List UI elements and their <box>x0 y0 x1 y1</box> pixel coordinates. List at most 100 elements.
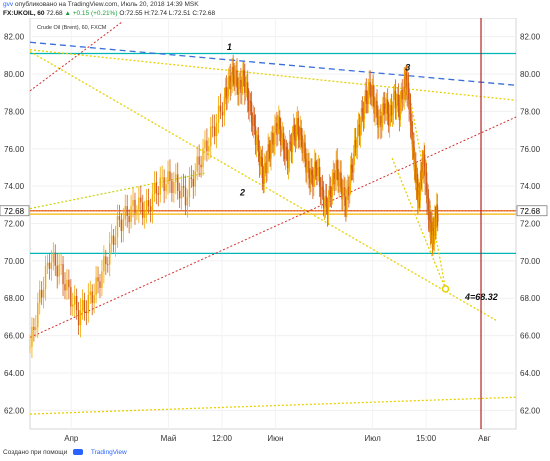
wave-label: 2 <box>239 187 245 197</box>
candle-body <box>52 252 55 263</box>
candle-body <box>42 288 45 298</box>
candle-body <box>46 262 49 266</box>
candle-body <box>259 156 262 166</box>
candle-body <box>178 190 181 199</box>
candle-body <box>317 169 319 176</box>
candle-body <box>37 302 39 328</box>
candle-body <box>60 264 62 265</box>
candle-body <box>212 126 214 128</box>
candle-body <box>247 82 249 101</box>
candle-body <box>155 183 158 194</box>
candle-body <box>142 202 144 218</box>
candle-body <box>378 116 380 128</box>
y-tick-label-left: 72.00 <box>4 220 25 229</box>
wave-label: 3 <box>405 62 410 72</box>
ohlc-values: O:72.55 H:72.74 L:72.51 C:72.68 <box>119 10 216 17</box>
x-tick-label: 15:00 <box>416 434 437 443</box>
candle-body <box>167 171 169 185</box>
wave-label: 1 <box>227 42 232 52</box>
candle-body <box>132 199 134 207</box>
y-tick-label-left: 68.00 <box>4 294 25 303</box>
candle-body <box>245 86 247 93</box>
candle-body <box>243 70 245 76</box>
candle-body <box>171 180 173 194</box>
candle-body <box>273 144 275 145</box>
candle-body <box>374 108 376 114</box>
candle-body <box>101 271 103 288</box>
candle-body <box>282 133 285 151</box>
candle-body <box>64 284 66 291</box>
candle-body <box>382 103 384 123</box>
x-tick-label: 12:00 <box>212 434 233 443</box>
candle-body <box>288 141 291 161</box>
chart-title: Crude Oil (Brent), 60, FXCM <box>37 25 107 31</box>
tradingview-brand[interactable]: TradingView <box>91 449 127 456</box>
candle-body <box>77 310 80 326</box>
candle-body <box>116 216 119 238</box>
candle-body <box>81 300 84 311</box>
candle-body <box>134 199 136 214</box>
candle-body <box>391 113 394 116</box>
y-tick-label-left: 82.00 <box>4 33 25 42</box>
candle-body <box>186 197 189 206</box>
candle-body <box>93 295 95 304</box>
candle-body <box>35 327 37 330</box>
y-tick-label-right: 70.00 <box>520 257 541 266</box>
candle-body <box>230 81 232 90</box>
candle-body <box>159 177 161 195</box>
candle-body <box>399 102 402 120</box>
candle-body <box>329 186 332 196</box>
candle-body <box>313 177 315 187</box>
candle-body <box>165 184 167 191</box>
publish-info: gvv опубликовано на TradingView.com, Июл… <box>3 1 199 8</box>
candle-body <box>147 200 150 207</box>
y-tick-label-right: 62.00 <box>520 406 541 415</box>
candle-body <box>124 206 126 220</box>
candle-body <box>29 346 31 348</box>
tradingview-logo-icon <box>73 449 84 456</box>
candle-body <box>87 295 90 314</box>
candle-body <box>376 100 378 117</box>
y-tick-label-right: 68.00 <box>520 294 541 303</box>
candle-body <box>54 252 56 266</box>
candle-body <box>268 144 270 152</box>
candle-body <box>215 122 218 137</box>
candle-body <box>241 86 243 94</box>
y-tick-label-left: 74.00 <box>4 182 25 191</box>
candle-body <box>281 137 283 146</box>
candle-body <box>236 70 238 88</box>
candle-body <box>192 178 194 187</box>
candle-body <box>163 177 165 191</box>
price-chart[interactable]: Crude Oil (Brent), 60, FXCM 72.68 72.68 1… <box>0 18 550 445</box>
candle-body <box>279 116 281 130</box>
candle-body <box>31 326 33 347</box>
y-tick-label-left: 76.00 <box>4 145 25 154</box>
candle-body <box>401 90 403 100</box>
candle-body <box>44 265 47 289</box>
candle-body <box>359 126 362 136</box>
candle-body <box>304 142 306 159</box>
candle-body <box>39 290 41 303</box>
candle-body <box>388 115 391 126</box>
candle-body <box>194 171 196 187</box>
candle-body <box>365 90 368 102</box>
y-tick-label-left: 80.00 <box>4 70 25 79</box>
candle-body <box>318 167 321 187</box>
candle-body <box>344 187 346 206</box>
y-tick-label-left: 70.00 <box>4 257 25 266</box>
candle-body <box>68 279 70 288</box>
candle-body <box>354 140 357 149</box>
last-price-label-right: 72.68 <box>520 207 541 216</box>
candle-body <box>145 200 148 212</box>
y-tick-label-left: 64.00 <box>4 369 25 378</box>
candle-body <box>149 206 152 212</box>
footer: Создано при помощи TradingView <box>3 449 127 456</box>
candle-body <box>367 86 369 104</box>
candle-body <box>257 135 260 153</box>
author-link[interactable]: gvv <box>3 1 13 8</box>
candle-body <box>325 195 328 207</box>
candle-body <box>306 164 308 173</box>
candle-body <box>327 199 330 215</box>
candle-body <box>321 186 324 190</box>
candle-body <box>118 216 121 220</box>
